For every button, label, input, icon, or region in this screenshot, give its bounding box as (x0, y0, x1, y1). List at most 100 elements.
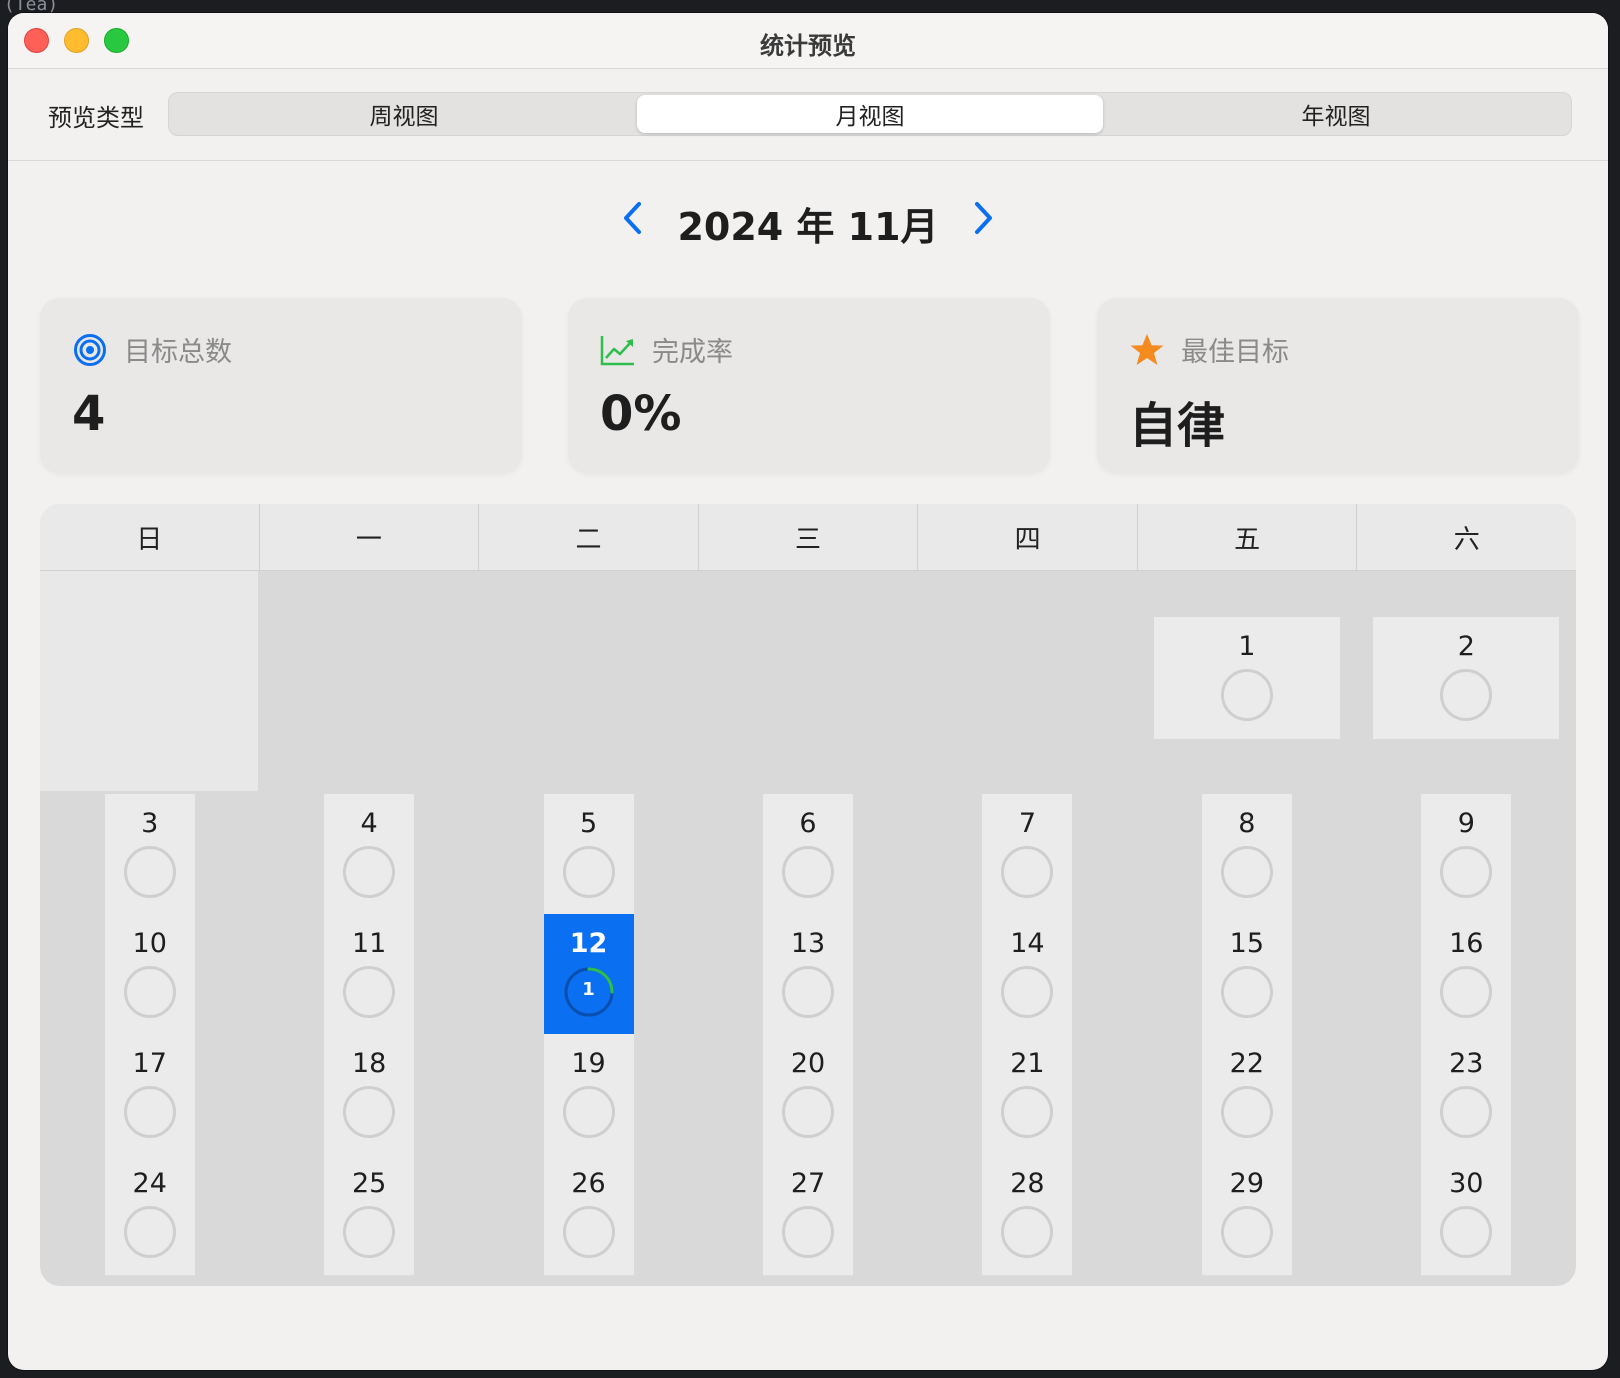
day-cell[interactable]: 9 (1421, 794, 1512, 916)
day-cell[interactable]: 22 (1201, 1034, 1292, 1156)
progress-ring (1220, 1086, 1273, 1138)
summary-cards: 目标总数 4 完成率 0% 最佳目标 自律 (40, 298, 1580, 473)
day-cell[interactable]: 10 (104, 914, 195, 1036)
day-cell[interactable]: 29 (1201, 1154, 1292, 1276)
day-cell[interactable]: 19 (543, 1034, 634, 1156)
title-bar: 统计预览 (8, 13, 1608, 69)
day-number: 21 (1010, 1048, 1045, 1079)
day-number: 28 (1010, 1168, 1045, 1199)
progress-ring (782, 846, 834, 898)
weekday-fri: 五 (1137, 504, 1358, 571)
previous-month-button[interactable] (613, 188, 653, 248)
segment-month-view[interactable]: 月视图 (637, 95, 1103, 133)
weekday-sat: 六 (1357, 504, 1576, 571)
day-cell[interactable]: 20 (763, 1034, 853, 1156)
progress-ring (343, 1206, 396, 1258)
day-cell[interactable]: 7 (982, 794, 1073, 916)
progress-ring (1440, 966, 1493, 1018)
stats-preview-window: 统计预览 预览类型 周视图 月视图 年视图 2024 年 11月 目标总数 4 … (8, 13, 1608, 1370)
day-number: 30 (1449, 1168, 1484, 1199)
day-number: 23 (1449, 1048, 1484, 1079)
day-cell[interactable]: 2 (1373, 617, 1560, 739)
progress-ring (562, 846, 615, 898)
star-icon (1129, 332, 1165, 368)
total-goals-card: 目标总数 4 (40, 298, 522, 473)
progress-ring (1001, 846, 1054, 898)
progress-ring (343, 846, 396, 898)
preview-type-label: 预览类型 (48, 104, 144, 132)
progress-ring (1440, 1206, 1493, 1258)
day-cell[interactable]: 17 (104, 1034, 195, 1156)
day-number: 6 (799, 808, 817, 839)
window-title: 统计预览 (760, 32, 856, 60)
day-cell[interactable]: 4 (324, 794, 415, 916)
day-cell[interactable]: 26 (543, 1154, 634, 1276)
progress-ring: 1 (563, 966, 615, 1018)
day-number: 22 (1229, 1048, 1265, 1079)
day-cell[interactable]: 25 (324, 1154, 415, 1276)
view-segmented-control: 周视图 月视图 年视图 (168, 92, 1572, 136)
next-month-button[interactable] (963, 188, 1003, 248)
target-icon (72, 332, 108, 368)
day-number: 17 (132, 1048, 167, 1079)
progress-ring (123, 846, 176, 898)
progress-ring (562, 1086, 615, 1138)
month-navigation: 2024 年 11月 (8, 188, 1608, 249)
completion-rate-value: 0% (600, 386, 682, 442)
day-cell[interactable]: 28 (982, 1154, 1073, 1276)
chart-line-icon (600, 332, 636, 368)
best-goal-card: 最佳目标 自律 (1097, 298, 1579, 473)
day-number: 4 (360, 808, 378, 839)
day-number: 1 (1238, 631, 1256, 662)
day-cell[interactable]: 1 (1153, 617, 1340, 739)
day-number: 15 (1229, 928, 1265, 959)
day-cell[interactable]: 5 (543, 794, 634, 916)
progress-ring (1220, 669, 1273, 721)
total-goals-value: 4 (72, 386, 106, 442)
day-number: 25 (351, 1168, 387, 1199)
day-cell[interactable]: 18 (324, 1034, 415, 1156)
day-cell[interactable]: 13 (763, 914, 853, 1036)
progress-ring (1440, 846, 1493, 898)
day-number: 26 (571, 1168, 606, 1199)
day-cell[interactable]: 12 1 (543, 914, 634, 1036)
day-cell[interactable]: 6 (763, 794, 853, 916)
day-number: 24 (132, 1168, 167, 1199)
day-number: 11 (351, 928, 387, 959)
chevron-right-icon (975, 202, 992, 234)
segment-year-view[interactable]: 年视图 (1103, 95, 1569, 133)
day-cell[interactable]: 23 (1421, 1034, 1512, 1156)
day-number: 13 (790, 928, 826, 959)
day-number: 10 (132, 928, 167, 959)
progress-ring (1001, 966, 1054, 1018)
day-cell[interactable]: 24 (104, 1154, 195, 1276)
weekday-wed: 三 (698, 504, 919, 571)
best-goal-label: 最佳目标 (1181, 337, 1289, 368)
segment-week-view[interactable]: 周视图 (171, 95, 637, 133)
total-goals-label: 目标总数 (124, 337, 232, 368)
current-month-title: 2024 年 11月 (677, 205, 939, 249)
day-number: 19 (571, 1048, 606, 1079)
weekday-tue: 二 (479, 504, 699, 571)
day-number: 20 (790, 1048, 826, 1079)
day-cell[interactable]: 30 (1421, 1154, 1512, 1276)
day-cell[interactable]: 16 (1421, 914, 1512, 1036)
day-cell[interactable]: 3 (104, 794, 195, 916)
day-cell[interactable]: 21 (982, 1034, 1073, 1156)
month-calendar: 日 一 二 三 四 五 六 1 2 3 4 5 6 7 8 9 10 11 12 1 13 14 15 16 17… (40, 504, 1576, 1286)
day-number: 29 (1229, 1168, 1265, 1199)
progress-ring (123, 966, 176, 1018)
progress-ring (782, 1086, 834, 1138)
weekday-mon: 一 (259, 504, 480, 571)
day-cell[interactable]: 8 (1201, 794, 1292, 916)
progress-ring (1440, 1086, 1493, 1138)
day-number: 18 (351, 1048, 387, 1079)
day-cell[interactable]: 14 (982, 914, 1073, 1036)
day-cell[interactable]: 15 (1201, 914, 1292, 1036)
day-cell[interactable]: 27 (763, 1154, 853, 1276)
weekday-thu: 四 (918, 504, 1138, 571)
day-number: 9 (1457, 808, 1475, 839)
day-number: 16 (1449, 928, 1484, 959)
day-cell[interactable]: 11 (324, 914, 415, 1036)
preview-type-bar: 预览类型 周视图 月视图 年视图 (8, 69, 1608, 161)
